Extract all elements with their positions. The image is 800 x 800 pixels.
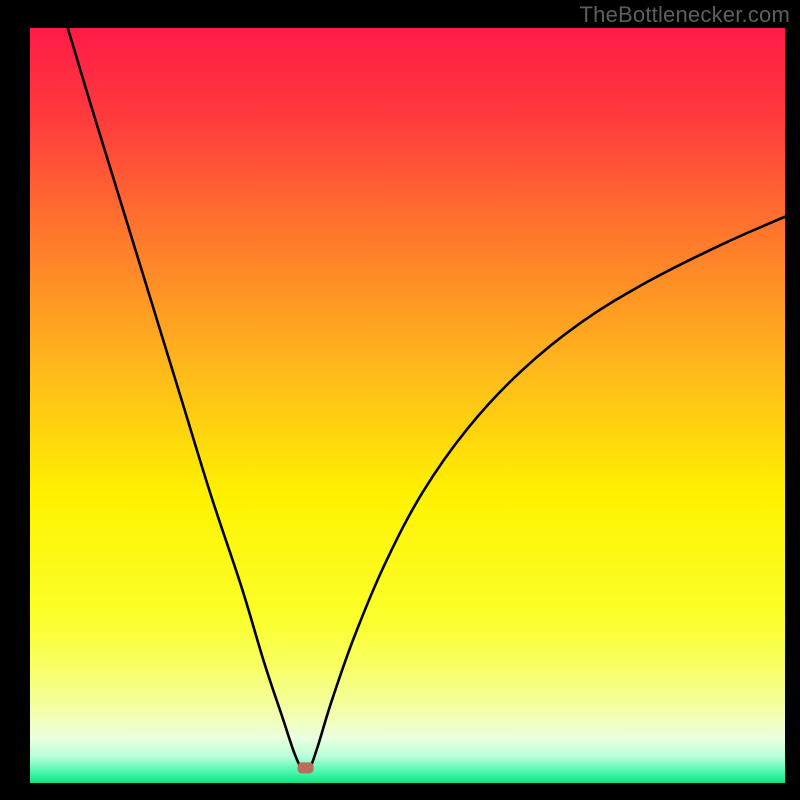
chart-frame: TheBottlenecker.com [0,0,800,800]
gradient-background [30,28,785,783]
chart-panel [30,28,785,783]
watermark-text: TheBottlenecker.com [580,2,790,28]
bottleneck-marker [298,762,314,773]
chart-svg [30,28,785,783]
